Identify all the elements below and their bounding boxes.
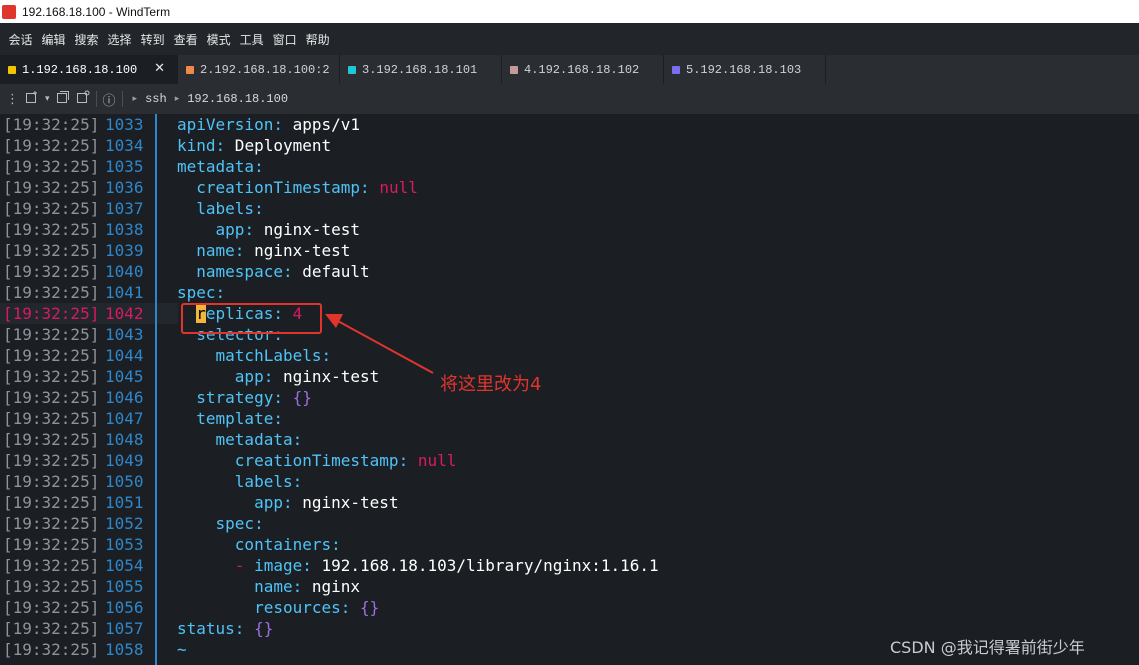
csdn-watermark: CSDN @我记得署前街少年 <box>890 638 1085 657</box>
annotation-arrow <box>325 314 434 374</box>
annotation-text: 将这里改为4 <box>440 374 542 395</box>
